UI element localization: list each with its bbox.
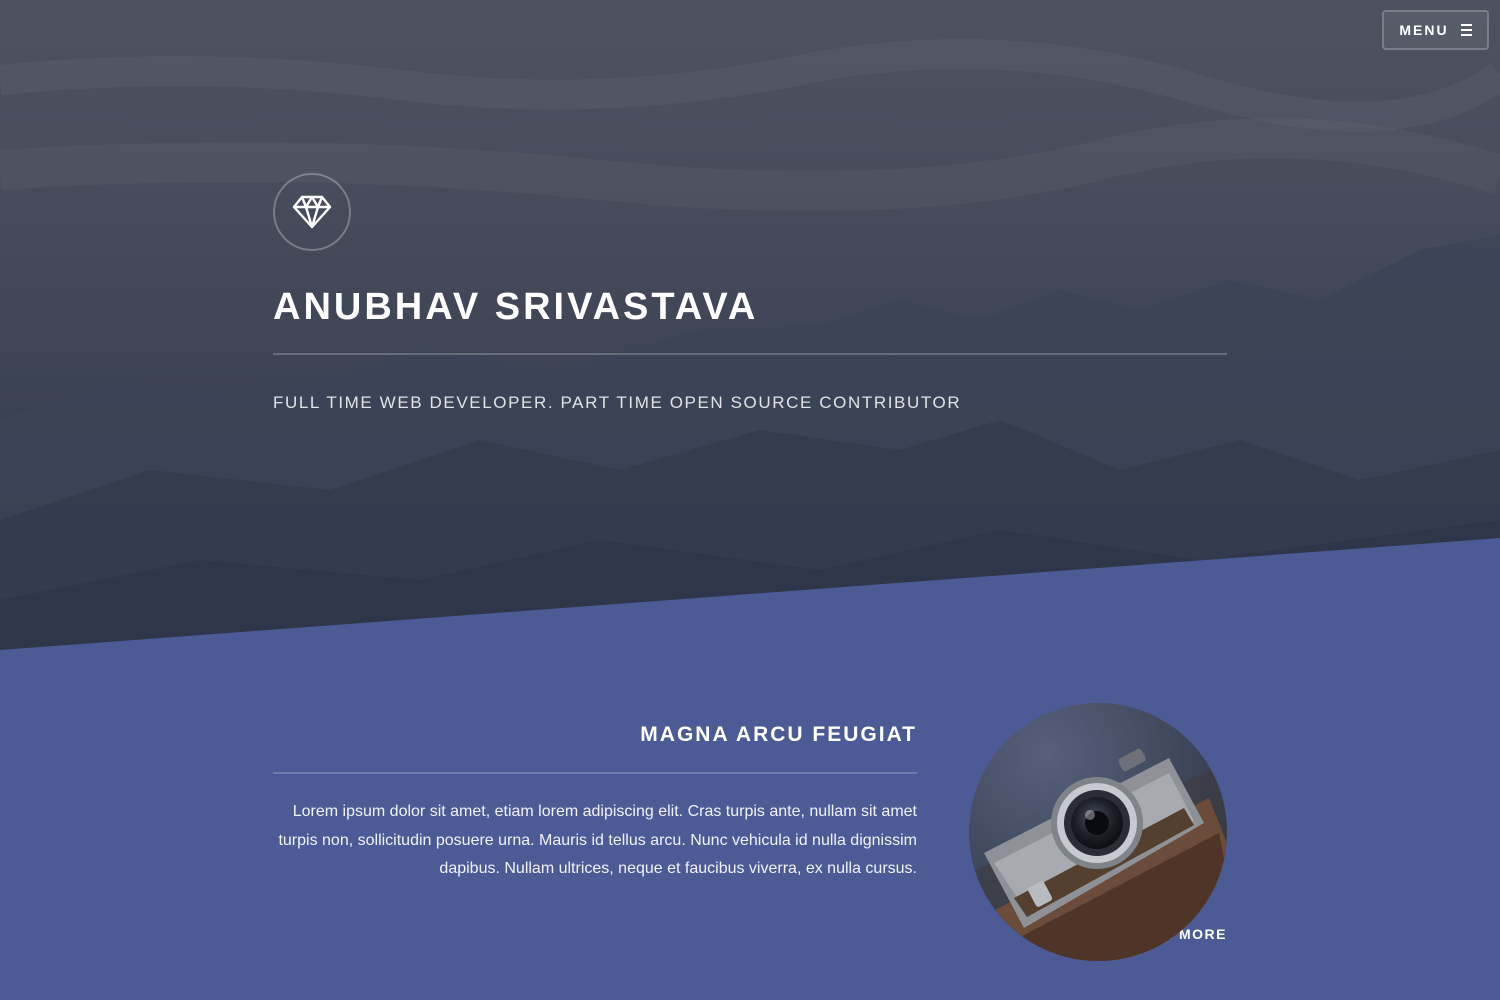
tagline: FULL TIME WEB DEVELOPER. PART TIME OPEN … bbox=[273, 393, 962, 412]
menu-button[interactable]: MENU bbox=[1382, 10, 1489, 50]
feature-image bbox=[969, 703, 1227, 961]
menu-label: MENU bbox=[1399, 22, 1449, 38]
feature-heading: MAGNA ARCU FEUGIAT bbox=[640, 723, 917, 746]
feature-section: MAGNA ARCU FEUGIAT Lorem ipsum dolor sit… bbox=[273, 700, 1227, 962]
feature-description: Lorem ipsum dolor sit amet, etiam lorem … bbox=[278, 803, 917, 877]
banner: ANUBHAV SRIVASTAVA FULL TIME WEB DEVELOP… bbox=[273, 173, 1227, 413]
page: MENU ANUBHAV SRIVASTAVA FULL TIME WEB DE… bbox=[0, 0, 1500, 1000]
site-title: ANUBHAV SRIVASTAVA bbox=[273, 286, 759, 328]
title-divider bbox=[273, 353, 1227, 355]
camera-photo bbox=[969, 703, 1227, 961]
feature-content: MAGNA ARCU FEUGIAT Lorem ipsum dolor sit… bbox=[273, 700, 917, 884]
logo bbox=[273, 173, 351, 251]
feature-divider bbox=[273, 772, 917, 774]
hamburger-icon bbox=[1460, 24, 1472, 36]
diamond-icon bbox=[292, 195, 332, 229]
